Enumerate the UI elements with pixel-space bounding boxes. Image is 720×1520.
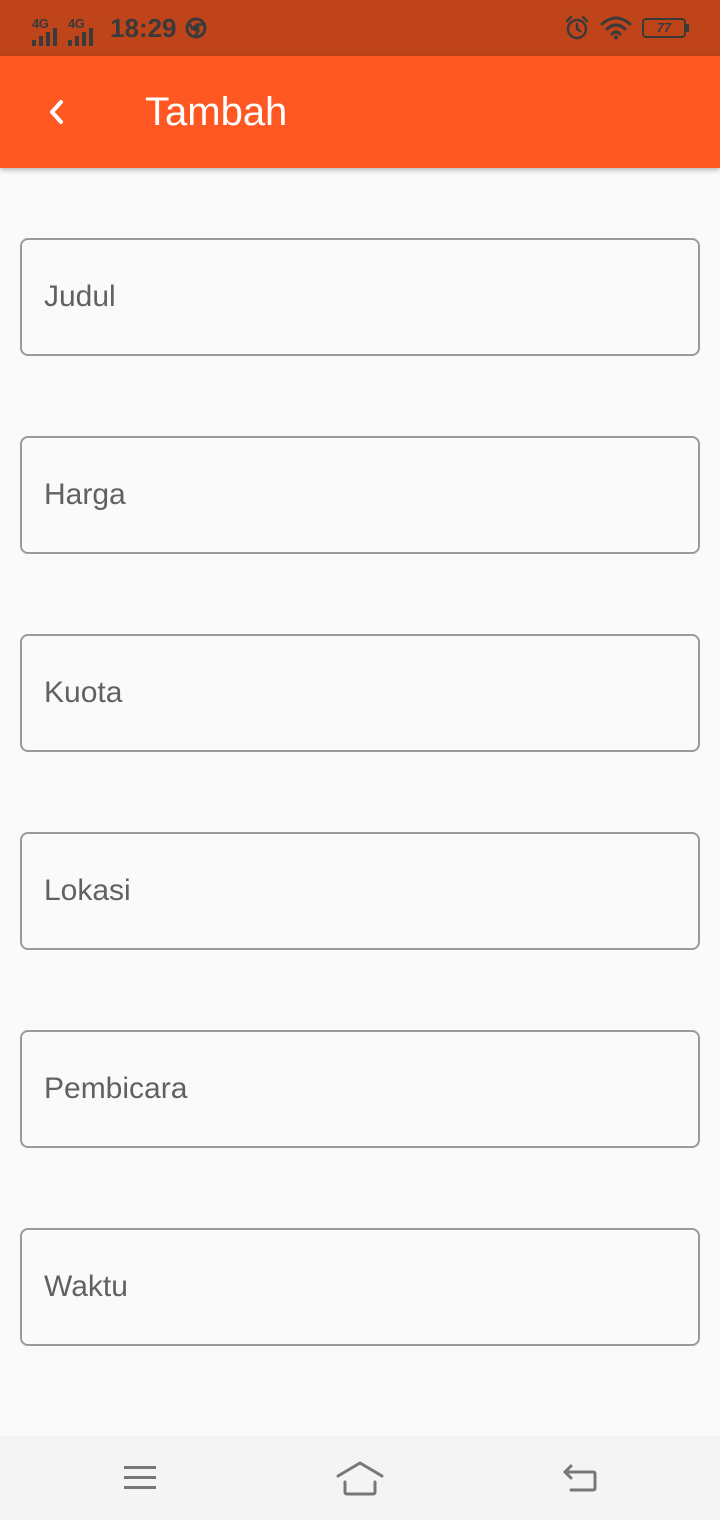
status-bar-left: 4G 4G 18:29 xyxy=(32,0,207,56)
location-input[interactable] xyxy=(44,834,674,948)
navigation-bar xyxy=(0,1436,720,1520)
app-bar: Tambah xyxy=(0,56,720,168)
quota-input[interactable] xyxy=(44,636,674,750)
signal-bars-icon xyxy=(32,28,57,46)
add-form xyxy=(20,238,700,1426)
home-icon xyxy=(336,1461,384,1496)
speaker-field[interactable] xyxy=(20,1030,700,1148)
price-input[interactable] xyxy=(44,438,674,552)
battery-indicator: 77 xyxy=(642,18,690,38)
menu-icon xyxy=(124,1466,156,1489)
page-title: Tambah xyxy=(145,90,288,134)
signal-bars-icon xyxy=(68,28,93,46)
nav-menu-button[interactable] xyxy=(110,1452,170,1504)
battery-percent: 77 xyxy=(656,20,672,35)
chrome-icon xyxy=(185,17,206,39)
status-bar: 4G 4G 18:29 77 xyxy=(0,0,720,56)
time-input[interactable] xyxy=(44,1230,674,1344)
wifi-icon xyxy=(600,16,632,40)
nav-back-button[interactable] xyxy=(550,1452,610,1504)
nav-home-button[interactable] xyxy=(330,1452,390,1504)
alarm-icon xyxy=(565,15,589,40)
quota-field[interactable] xyxy=(20,634,700,752)
title-input[interactable] xyxy=(44,240,674,354)
back-button[interactable] xyxy=(30,86,82,138)
title-field[interactable] xyxy=(20,238,700,356)
signal-2: 4G xyxy=(68,8,100,48)
status-bar-right: 77 xyxy=(564,0,690,56)
signal-1: 4G xyxy=(32,8,64,48)
back-icon xyxy=(563,1464,597,1492)
chevron-left-icon xyxy=(50,100,63,124)
time-field[interactable] xyxy=(20,1228,700,1346)
speaker-input[interactable] xyxy=(44,1032,674,1146)
price-field[interactable] xyxy=(20,436,700,554)
location-field[interactable] xyxy=(20,832,700,950)
status-time: 18:29 xyxy=(110,12,177,43)
